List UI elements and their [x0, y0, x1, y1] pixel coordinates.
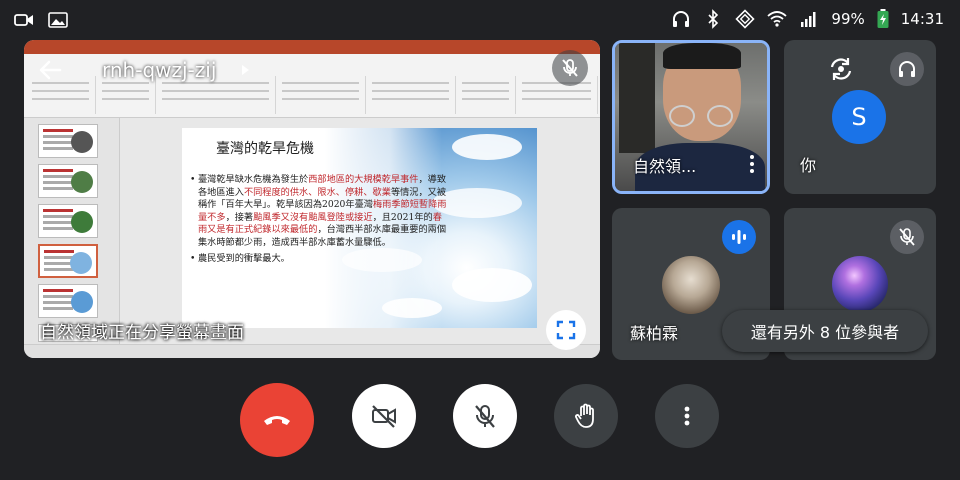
raise-hand-button[interactable] — [554, 384, 618, 448]
participant-name: 自然領... — [633, 157, 697, 176]
switch-camera-icon — [830, 58, 852, 80]
meeting-code[interactable]: rnh-qwzj-zij — [102, 58, 216, 82]
mic-toggle-button[interactable] — [453, 384, 517, 448]
slide-thumbnails — [24, 118, 120, 344]
avatar — [662, 256, 720, 314]
mic-muted-indicator — [890, 220, 924, 254]
headphones-icon — [899, 61, 915, 77]
audio-output-button[interactable] — [890, 52, 924, 86]
slide-bullet-1: 臺灣乾旱缺水危機為發生於西部地區的大規模乾旱事件，導致各地區進入不同程度的供水、… — [190, 174, 448, 250]
mic-off-icon — [475, 405, 495, 428]
participant-name: 你 — [800, 156, 817, 175]
powerpoint-window: 臺灣的乾旱危機 臺灣乾旱缺水危機為發生於西部地區的大規模乾旱事件，導致各地區進入… — [24, 40, 600, 358]
mic-off-icon — [899, 228, 915, 246]
presenter-mic-muted — [552, 50, 588, 86]
mic-off-icon — [562, 59, 578, 77]
fullscreen-icon — [556, 320, 576, 340]
fullscreen-button[interactable] — [546, 310, 586, 350]
participant-tile-self[interactable]: S 你 — [784, 40, 936, 194]
participant-tile-video[interactable]: 自然領... — [612, 40, 770, 194]
participant-name: 蘇柏霖 — [630, 324, 679, 343]
more-options-button[interactable] — [655, 384, 719, 448]
slide-heading: 臺灣的乾旱危機 — [216, 141, 314, 157]
gallery-icon — [48, 12, 68, 28]
wifi-icon — [767, 11, 788, 27]
switch-camera-button[interactable] — [826, 54, 856, 84]
video-call-icon — [14, 14, 33, 26]
slide-canvas: 臺灣的乾旱危機 臺灣乾旱缺水危機為發生於西部地區的大規模乾旱事件，導致各地區進入… — [182, 128, 537, 328]
status-bar: 99% 14:31 — [0, 0, 960, 38]
share-caption: 自然領域正在分享螢幕畫面 — [40, 323, 244, 343]
slide-bullet-2: 農民受到的衝擊最大。 — [190, 253, 448, 266]
signal-icon — [801, 12, 816, 27]
camera-off-icon — [372, 405, 396, 428]
avatar: S — [832, 90, 886, 144]
end-call-icon — [264, 416, 290, 425]
camera-toggle-button[interactable] — [352, 384, 416, 448]
more-options-icon[interactable] — [749, 155, 755, 176]
headphones-icon — [673, 11, 690, 27]
ppt-statusbar — [24, 344, 600, 358]
slide-body: 臺灣乾旱缺水危機為發生於西部地區的大規模乾旱事件，導致各地區進入不同程度的供水、… — [190, 174, 448, 268]
ppt-titlebar — [24, 40, 600, 54]
end-call-button[interactable] — [240, 383, 314, 457]
bluetooth-icon — [708, 9, 719, 29]
clock: 14:31 — [900, 10, 944, 28]
screen-share-tile[interactable]: 臺灣的乾旱危機 臺灣乾旱缺水危機為發生於西部地區的大規模乾旱事件，導致各地區進入… — [24, 40, 600, 358]
more-vert-icon — [684, 406, 690, 426]
caret-right-icon[interactable] — [242, 65, 249, 75]
raise-hand-icon — [575, 403, 594, 428]
sync-icon — [735, 9, 756, 29]
battery-percent: 99% — [831, 10, 865, 28]
more-participants-button[interactable]: 還有另外 8 位參與者 — [722, 310, 928, 352]
speaking-indicator — [722, 220, 756, 254]
battery-charging-icon — [877, 9, 889, 28]
audio-level-icon — [732, 230, 746, 244]
avatar — [832, 256, 888, 312]
back-arrow-icon[interactable] — [36, 56, 64, 84]
